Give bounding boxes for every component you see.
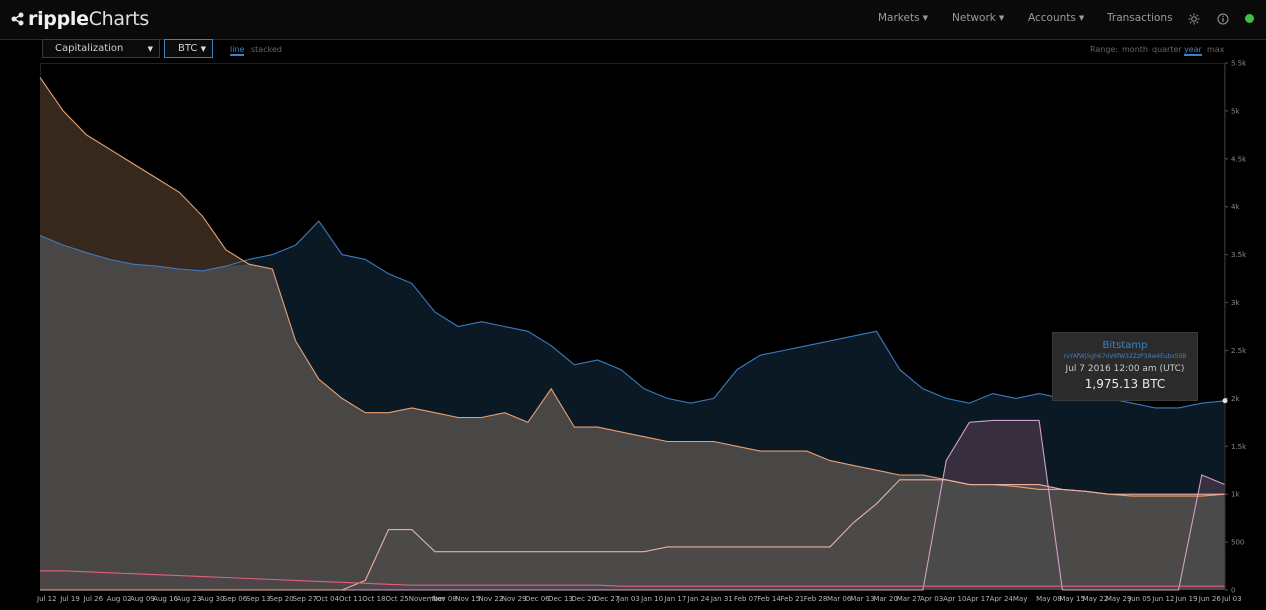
x-tick-label-26: Jan 10: [640, 595, 663, 603]
chart-tooltip: Bitstamp rvYAfWj5gh67oV6fW32ZzP3Aw4Eubs5…: [1052, 332, 1198, 401]
x-tick-label-5: Aug 16: [153, 595, 178, 603]
x-tick-label-43: May 08: [1036, 595, 1062, 603]
x-tick-label-2: Jul 26: [82, 595, 103, 603]
x-tick-label-27: Jan 17: [663, 595, 686, 603]
y-tick-label-10: 5k: [1231, 107, 1240, 115]
x-tick-label-22: Dec 13: [548, 595, 573, 603]
x-tick-label-23: Dec 20: [571, 595, 596, 603]
y-tick-label-9: 4.5k: [1231, 155, 1247, 163]
x-tick-label-50: Jun 26: [1198, 595, 1222, 603]
x-tick-label-29: Jan 31: [710, 595, 733, 603]
x-tick-label-12: Oct 04: [316, 595, 340, 603]
y-tick-label-3: 1.5k: [1231, 443, 1247, 451]
x-tick-label-10: Sep 20: [269, 595, 293, 603]
x-tick-label-1: Jul 19: [59, 595, 80, 603]
y-tick-label-8: 4k: [1231, 203, 1240, 211]
x-tick-label-46: May 29: [1106, 595, 1132, 603]
x-tick-label-35: Mar 13: [850, 595, 874, 603]
x-tick-label-41: Apr 24: [990, 595, 1014, 603]
y-tick-label-7: 3.5k: [1231, 251, 1247, 259]
x-tick-label-6: Aug 23: [176, 595, 201, 603]
x-tick-label-37: Mar 27: [897, 595, 921, 603]
x-tick-label-0: Jul 12: [36, 595, 57, 603]
x-tick-label-25: Jan 03: [617, 595, 640, 603]
x-tick-label-18: Nov 15: [455, 595, 480, 603]
x-tick-label-48: Jun 12: [1151, 595, 1174, 603]
x-tick-label-36: Mar 20: [873, 595, 897, 603]
chart-areas: [39, 77, 1226, 591]
x-tick-label-13: Oct 11: [339, 595, 362, 603]
x-tick-label-39: Apr 10: [943, 595, 966, 603]
x-tick-label-45: May 22: [1083, 595, 1109, 603]
y-axis: 0 500 1k 1.5k 2k 2.5k 3k 3.5k 4k 4.5k 5k 5.5k: [1224, 60, 1247, 595]
y-tick-label-4: 2k: [1231, 395, 1240, 403]
hover-point: [1222, 398, 1228, 404]
x-tick-label-42: May: [1013, 595, 1027, 603]
x-tick-label-11: Sep 27: [293, 595, 317, 603]
x-tick-label-24: Dec 27: [595, 595, 620, 603]
tooltip-issuer-name: Bitstamp: [1102, 340, 1148, 351]
y-tick-label-2: 1k: [1231, 491, 1240, 499]
x-tick-label-32: Feb 21: [781, 595, 805, 603]
x-tick-label-20: Nov 29: [502, 595, 527, 603]
x-tick-label-14: Oct 18: [362, 595, 385, 603]
tooltip-issuer-address: rvYAfWj5gh67oV6fW32ZzP3Aw4Eubs59B: [1063, 353, 1187, 360]
x-tick-label-7: Aug 30: [200, 595, 225, 603]
y-tick-label-0: 0: [1231, 587, 1235, 595]
hover-marker: [1222, 398, 1228, 404]
x-tick-label-8: Sep 06: [223, 595, 248, 603]
x-tick-label-38: Apr 03: [920, 595, 943, 603]
x-tick-label-49: Jun 19: [1175, 595, 1198, 603]
x-tick-label-33: Feb 28: [804, 595, 828, 603]
capitalization-chart[interactable]: 0 500 1k 1.5k 2k 2.5k 3k 3.5k 4k 4.5k 5k 5.5k Jul 1…: [0, 0, 1266, 610]
y-tick-label-1: 500: [1231, 539, 1244, 547]
x-tick-label-4: Aug 09: [130, 595, 155, 603]
tooltip-value: 1,975.13 BTC: [1084, 377, 1166, 391]
y-tick-label-6: 3k: [1231, 299, 1240, 307]
x-tick-label-15: Oct 25: [386, 595, 409, 603]
x-tick-label-51: Jul 03: [1221, 595, 1242, 603]
x-tick-label-40: Apr 17: [966, 595, 989, 603]
x-tick-label-21: Dec 06: [525, 595, 550, 603]
tooltip-date: Jul 7 2016 12:00 am (UTC): [1065, 364, 1185, 374]
x-axis: Jul 12 Jul 19 Jul 26 Aug 02Aug 09Aug 16Aug …: [36, 595, 1242, 603]
x-tick-label-34: Mar 06: [827, 595, 852, 603]
x-tick-label-9: Sep 13: [246, 595, 270, 603]
x-tick-label-30: Feb 07: [734, 595, 758, 603]
x-tick-label-47: Jun 05: [1128, 595, 1151, 603]
x-tick-label-3: Aug 02: [107, 595, 132, 603]
x-tick-label-31: Feb 14: [757, 595, 781, 603]
y-tick-label-11: 5.5k: [1231, 60, 1247, 68]
x-tick-label-44: May 15: [1059, 595, 1085, 603]
y-tick-label-5: 2.5k: [1231, 347, 1247, 355]
x-tick-label-17: Nov 08: [432, 595, 457, 603]
x-tick-label-19: Nov 22: [478, 595, 503, 603]
x-tick-label-28: Jan 24: [687, 595, 710, 603]
